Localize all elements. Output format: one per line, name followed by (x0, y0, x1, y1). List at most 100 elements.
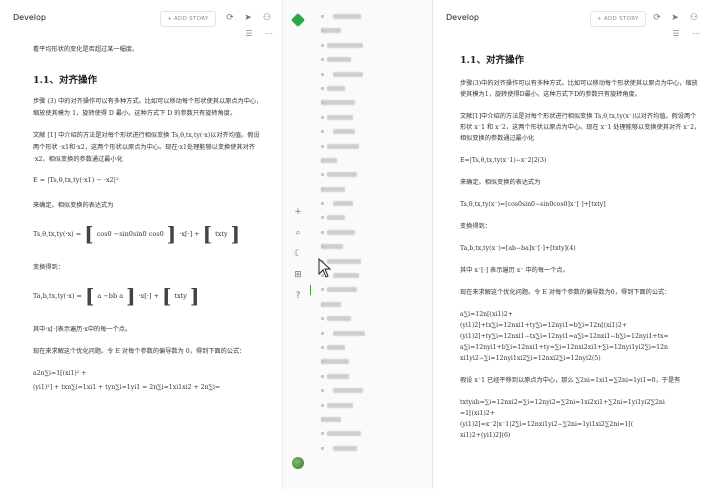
tree-toggle-icon[interactable] (321, 15, 324, 18)
tree-item-label (333, 273, 359, 279)
sidebar-tree-item[interactable] (315, 111, 424, 125)
doc-paragraph: 来确定。相似变换的表达式为 (33, 202, 114, 209)
refresh-icon[interactable]: ⟳ (224, 12, 236, 24)
tree-toggle-icon[interactable] (321, 115, 324, 119)
tree-toggle-icon[interactable] (321, 216, 324, 220)
moon-icon[interactable]: ☾ (292, 248, 304, 260)
share-users-icon[interactable]: ⚇ (688, 12, 700, 24)
equation-matrix: Ta,b,tx,ty(·x) = [ a −bb a ] ·x[·] + [ t… (33, 284, 200, 308)
sidebar-tree-item[interactable] (315, 370, 424, 384)
avatar[interactable] (292, 457, 304, 469)
refresh-icon[interactable]: ⟳ (651, 12, 663, 24)
sidebar-tree-item[interactable] (315, 355, 424, 369)
sidebar-tree-item[interactable] (315, 68, 424, 82)
sidebar-tree-item[interactable] (315, 82, 424, 96)
tree-toggle-icon[interactable] (321, 331, 324, 335)
doc-paragraph: 现在来求解这个优化问题。令 E 对每个参数的偏导数为0，得到下面的公式： (460, 289, 671, 296)
tree-toggle-icon[interactable] (321, 288, 324, 292)
add-icon[interactable]: + (292, 206, 304, 218)
sidebar-tree-item[interactable] (315, 413, 424, 427)
tree-item-label (327, 172, 357, 178)
tree-toggle-icon[interactable] (321, 202, 324, 206)
equation-block: a∑i=12n[(xi1)2+ (yi1)2]+tx∑i=12nxi1+ty∑i… (460, 309, 701, 364)
tree-item-label (321, 28, 341, 34)
equation-matrix: Ts,θ,tx,ty(·x) = [ cos0 −sin0sin0 cos0 ]… (33, 222, 241, 246)
search-icon[interactable]: ⌕ (292, 227, 304, 239)
tree-toggle-icon[interactable] (321, 317, 324, 321)
tree-item-label (327, 258, 361, 264)
help-icon[interactable]: ? (292, 290, 304, 302)
tree-toggle-icon[interactable] (321, 43, 324, 47)
equation-line: (yi1)2]=x⁻2|x⁻1|2∑i=12nxi1yi2−∑2ni=1yi1x… (460, 421, 634, 428)
sidebar-tree-item[interactable] (310, 283, 424, 297)
tree-toggle-icon[interactable] (321, 345, 324, 349)
tree-toggle-icon[interactable] (321, 374, 324, 378)
doc-paragraph: 步骤(3)中的对齐操作可以有多种方式。比如可以移动每个形状使其以原点为中心，缩放… (460, 80, 698, 98)
doc-paragraph: 变换得到： (33, 264, 64, 271)
sidebar-tree-item[interactable] (315, 240, 424, 254)
sidebar-tree-item[interactable] (315, 442, 424, 456)
tree-item-label (321, 416, 341, 422)
tree-toggle-icon[interactable] (321, 130, 324, 134)
tree-toggle-icon[interactable] (321, 230, 324, 234)
send-icon[interactable]: ➤ (242, 12, 254, 24)
doc-paragraph: 假设 x⁻1 已经平移到以原点为中心，那么 ∑2ni=1xi1=∑2ni=1yi… (460, 377, 681, 384)
menu-icon[interactable]: ☰ (244, 29, 254, 39)
sidebar-tree-item[interactable] (315, 312, 424, 326)
tree-toggle-icon[interactable] (321, 144, 324, 148)
gift-icon[interactable]: ⊞ (292, 269, 304, 281)
right-toolbar: Develop + ADD STORY ⟳ ➤ ⚇ ☰ ⋯ (433, 0, 709, 38)
tree-toggle-icon[interactable] (321, 446, 324, 450)
sidebar-tree-item[interactable] (315, 197, 424, 211)
doc-paragraph: 变换得到： (460, 223, 491, 230)
matrix-body: cos0 −sin0sin0 cos0 (96, 230, 164, 238)
menu-icon[interactable]: ☰ (671, 29, 681, 39)
tree-toggle-icon[interactable] (321, 403, 324, 407)
sidebar-tree-item[interactable] (315, 399, 424, 413)
sidebar-tree-item[interactable] (315, 211, 424, 225)
tree-toggle-icon[interactable] (321, 432, 324, 436)
breadcrumb[interactable]: Develop (13, 13, 46, 22)
send-icon[interactable]: ➤ (669, 12, 681, 24)
equation-line: =1[(xi1)2+ (460, 410, 495, 417)
left-editor-pane: Develop + ADD STORY ⟳ ➤ ⚇ ☰ ⋯ 看平均形状的变化是否… (0, 0, 283, 489)
share-users-icon[interactable]: ⚇ (261, 12, 273, 24)
tree-toggle-icon[interactable] (321, 173, 324, 177)
sidebar-tree-item[interactable] (315, 53, 424, 67)
sidebar-tree-item[interactable] (315, 427, 424, 441)
sidebar-tree-item[interactable] (315, 183, 424, 197)
add-story-button[interactable]: + ADD STORY (590, 11, 646, 27)
doc-paragraph: 其中·x[·]表示遍历·x中的每一个点。 (33, 326, 132, 333)
sidebar-tree-item[interactable] (315, 125, 424, 139)
sidebar-tree-item[interactable] (315, 96, 424, 110)
sidebar-tree-item[interactable] (315, 341, 424, 355)
sidebar-tree-item[interactable] (315, 168, 424, 182)
sidebar-tree-item[interactable] (315, 298, 424, 312)
more-icon[interactable]: ⋯ (691, 29, 701, 39)
equation-lhs: Ts,θ,tx,ty(·x) = (33, 230, 82, 238)
more-icon[interactable]: ⋯ (264, 29, 274, 39)
tree-item-label (327, 57, 351, 63)
doc-paragraph: 看平均形状的变化是否超过某一幅度。 (33, 46, 139, 53)
sidebar-tree-item[interactable] (315, 39, 424, 53)
left-toolbar: Develop + ADD STORY ⟳ ➤ ⚇ ☰ ⋯ (0, 0, 282, 38)
sidebar-tree-item[interactable] (315, 24, 424, 38)
sidebar-tree-item[interactable] (315, 226, 424, 240)
tree-toggle-icon[interactable] (321, 86, 324, 90)
tree-item-label (327, 114, 353, 120)
sidebar-tree-item[interactable] (315, 154, 424, 168)
sidebar-tree-item[interactable] (315, 140, 424, 154)
breadcrumb[interactable]: Develop (446, 13, 479, 22)
section-heading: 1.1、对齐操作 (33, 75, 98, 86)
tree-item-label (333, 330, 365, 336)
doc-paragraph: 现在来求解这个优化问题。令 E 对每个参数的偏导数为 0，得到下面的公式： (33, 348, 246, 355)
add-story-button[interactable]: + ADD STORY (160, 11, 216, 27)
sidebar-tree-item[interactable] (315, 327, 424, 341)
tree-toggle-icon[interactable] (321, 72, 324, 76)
sidebar-tree-item[interactable] (315, 10, 424, 24)
tree-toggle-icon[interactable] (321, 58, 324, 62)
sidebar-tree-item[interactable] (315, 384, 424, 398)
logo-icon[interactable] (290, 12, 306, 28)
tree-toggle-icon[interactable] (321, 389, 324, 393)
equation-line: a2n∑i=1[(xi1)² + (33, 370, 87, 377)
